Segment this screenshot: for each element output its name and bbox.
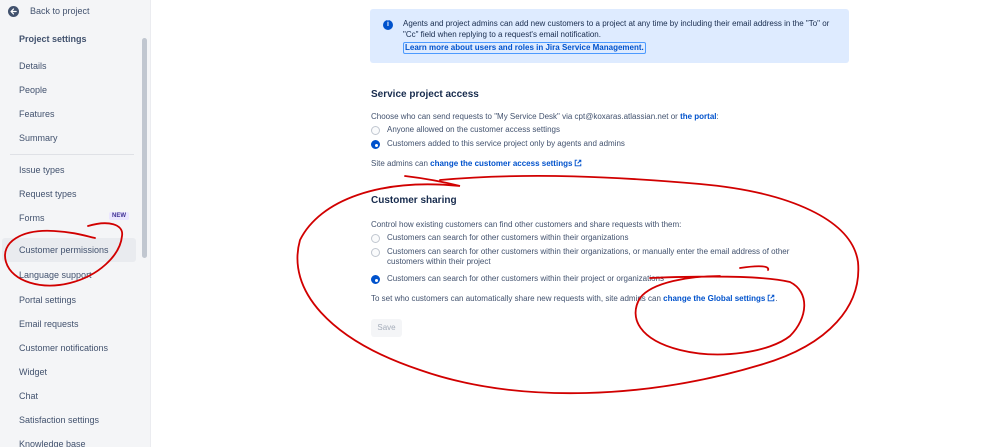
global-settings-link[interactable]: change the Global settings [663,294,765,303]
info-banner: i Agents and project admins can add new … [370,9,849,63]
sidebar-item-portal-settings[interactable]: Portal settings [19,293,76,307]
sidebar-scrollbar[interactable] [142,38,147,258]
sharing-option-organizations-or-email[interactable]: Customers can search for other customers… [371,247,819,267]
access-option-anyone[interactable]: Anyone allowed on the customer access se… [371,125,560,135]
sidebar-item-email-requests[interactable]: Email requests [19,317,79,331]
radio-button-selected[interactable] [371,140,380,149]
back-to-project-link[interactable]: Back to project [8,2,90,20]
sidebar-item-widget[interactable]: Widget [19,365,47,379]
sharing-option-organizations[interactable]: Customers can search for other customers… [371,233,628,243]
info-text: Agents and project admins can add new cu… [403,19,830,39]
site-admin-note: Site admins can change the customer acce… [371,159,582,169]
global-settings-text: To set who customers can automatically s… [371,294,664,303]
radio-button[interactable] [371,234,380,243]
sharing-option-project-or-organizations[interactable]: Customers can search for other customers… [371,274,664,284]
radio-label: Anyone allowed on the customer access se… [387,125,560,134]
sidebar-item-forms[interactable]: Forms [19,211,45,225]
radio-button[interactable] [371,126,380,135]
sidebar-item-issue-types[interactable]: Issue types [19,163,65,177]
sidebar-item-language-support[interactable]: Language support [19,268,92,282]
customer-access-settings-link[interactable]: change the customer access settings [430,159,572,168]
sidebar-item-summary[interactable]: Summary [19,131,58,145]
radio-button[interactable] [371,248,380,257]
sidebar-item-knowledge-base[interactable]: Knowledge base [19,437,86,447]
access-option-customers-added[interactable]: Customers added to this service project … [371,139,625,149]
radio-button-selected[interactable] [371,275,380,284]
sharing-description: Control how existing customers can find … [371,220,682,229]
arrow-left-icon [8,5,19,17]
sidebar-item-request-types[interactable]: Request types [19,187,77,201]
access-description: Choose who can send requests to "My Serv… [371,112,719,122]
access-description-text: Choose who can send requests to "My Serv… [371,112,681,121]
sidebar-item-features[interactable]: Features [19,107,55,121]
external-link-icon [575,159,582,167]
sidebar-section-title: Project settings [19,34,87,44]
global-settings-suffix: . [775,294,778,303]
global-settings-note: To set who customers can automatically s… [371,294,778,304]
service-project-access-heading: Service project access [371,89,479,100]
sidebar-item-satisfaction-settings[interactable]: Satisfaction settings [19,413,99,427]
learn-more-link[interactable]: Learn more about users and roles in Jira… [403,42,646,54]
page: Back to project Project settings Details… [0,0,999,447]
save-button[interactable]: Save [371,319,402,337]
annotation-circle-customer-sharing [296,175,860,395]
sidebar: Back to project Project settings Details… [0,0,151,447]
portal-link[interactable]: the portal [680,112,716,121]
radio-label: Customers can search for other customers… [387,233,629,242]
customer-sharing-heading: Customer sharing [371,195,457,206]
sidebar-divider [10,154,134,155]
sidebar-item-customer-notifications[interactable]: Customer notifications [19,341,108,355]
sidebar-item-customer-permissions[interactable]: Customer permissions [19,243,109,257]
new-badge: NEW [109,212,129,220]
radio-label: Customers can search for other customers… [387,247,790,266]
radio-label: Customers can search for other customers… [387,274,665,283]
sidebar-item-details[interactable]: Details [19,59,47,73]
back-label: Back to project [30,6,90,16]
site-admin-text: Site admins can [371,159,431,168]
sidebar-item-people[interactable]: People [19,83,47,97]
radio-label: Customers added to this service project … [387,139,625,148]
access-description-suffix: : [716,112,719,121]
info-icon: i [383,20,393,30]
sidebar-item-chat[interactable]: Chat [19,389,38,403]
